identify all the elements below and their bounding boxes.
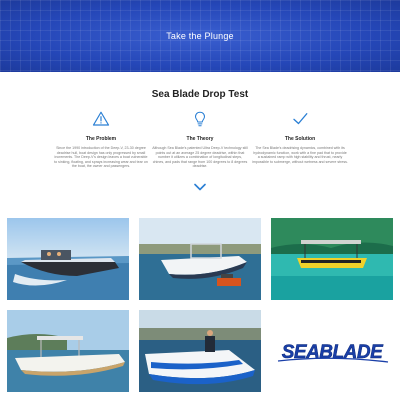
gallery-photo[interactable] [139,310,261,392]
warning-icon [92,111,110,126]
lightbulb-icon [194,111,206,127]
gallery-photo[interactable] [139,218,261,300]
feature-title: The Solution [284,136,316,142]
feature-title: The Theory [186,136,214,142]
feature-text: The Sea Blade's deadrising dynamics, com… [252,146,348,164]
hero-title: Take the Plunge [166,31,234,41]
feature-title: The Problem [85,136,117,142]
checkmark-icon [293,113,308,125]
feature-text: Since the 1990 introduction of the Deep-… [54,146,148,169]
feature-solution: The Solution The Sea Blade's deadrising … [252,110,348,164]
chevron-down-icon[interactable] [194,183,206,191]
gallery-photo[interactable] [7,218,129,300]
section-title: Sea Blade Drop Test [151,89,249,100]
gallery-photo[interactable] [271,218,393,300]
feature-theory: The Theory Although Sea Blade's patented… [152,110,248,169]
feature-problem: The Problem Since the 1990 introduction … [53,110,149,169]
seablade-logo: SEABLADE [271,310,393,392]
feature-text: Although Sea Blade's patented Ultra Deep… [152,146,248,169]
gallery-photo[interactable] [7,310,129,392]
hero-banner: Take the Plunge [0,0,400,72]
